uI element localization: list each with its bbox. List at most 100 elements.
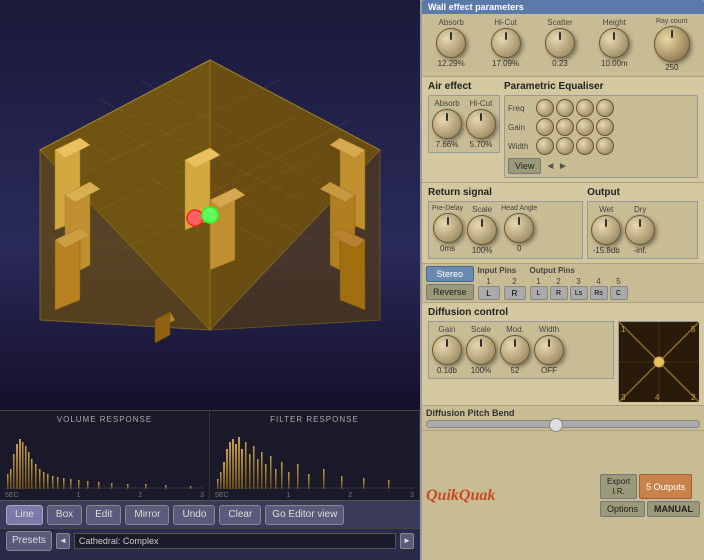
output-pin4-num: 4 [590,277,608,286]
viewport-3d[interactable]: RaySpace [0,0,420,410]
diff-scale-value: 100% [471,366,491,375]
wall-params-section: Wall effect parameters Absorb 12.29% Hi-… [422,0,704,77]
eq-freq-knob1[interactable] [536,99,554,117]
eq-freq-knob3[interactable] [576,99,594,117]
head-angle-value: 0 [517,244,521,253]
air-hicut-label: Hi-Cut [470,99,493,108]
preset-next-button[interactable]: ► [400,533,414,549]
eq-width-knob4[interactable] [596,137,614,155]
filter-response-graph: FILTER RESPONSE [210,411,420,501]
presets-button[interactable]: Presets [6,531,52,551]
scatter-label: Scatter [547,18,572,27]
input-pins-group: Input Pins 1 L 2 R [478,266,526,300]
manual-button[interactable]: MANUAL [647,501,700,517]
eq-freq-knob4[interactable] [596,99,614,117]
scale-knob[interactable] [467,215,497,245]
output-box: Wet -15.8db Dry -inf. [587,201,698,259]
input-pins-label: Input Pins [478,266,526,275]
output-pins-group: Output Pins 1 L 2 R 3 Ls 4 [530,266,628,300]
box-button[interactable]: Box [47,505,82,525]
hicut-knob[interactable] [491,28,521,58]
clear-button[interactable]: Clear [219,505,261,525]
eq-gain-knob4[interactable] [596,118,614,136]
five-outputs-button[interactable]: 5 Outputs [639,474,692,499]
output-pin5-num: 5 [610,277,628,286]
undo-button[interactable]: Undo [173,505,215,525]
diff-scale-knob[interactable] [466,335,496,365]
pitch-bend-slider[interactable] [426,420,700,428]
eq-gain-label: Gain [508,123,534,132]
scatter-knob[interactable] [545,28,575,58]
return-signal-area: Return signal Pre-Delay 0ms Scale [428,187,583,259]
predelay-knob[interactable] [433,213,463,243]
eq-freq-knob2[interactable] [556,99,574,117]
room-minimap: 1 5 3 2 4 [618,321,698,401]
ray-count-value: 250 [665,63,678,72]
height-value: 10.00m [601,59,628,68]
output-pin5-button[interactable]: C [610,286,628,300]
preset-prev-button[interactable]: ◄ [56,533,70,549]
stereo-button[interactable]: Stereo [426,266,474,282]
wet-value: -15.8db [593,246,620,255]
export-ir-button[interactable]: Export I.R. [600,474,637,499]
output-pins-label: Output Pins [530,266,628,275]
return-signal-title: Return signal [428,187,583,198]
diffusion-title: Diffusion control [428,307,614,318]
eq-box: Freq Gain [504,95,698,178]
edit-button[interactable]: Edit [86,505,121,525]
volume-waveform: // Will be rendered below as inline SVG … [5,434,204,489]
pitch-bend-controls [426,420,700,428]
output-pin2-button[interactable]: R [550,286,568,300]
eq-width-knob3[interactable] [576,137,594,155]
scale-label: Scale [472,205,492,214]
input-pin1-button[interactable]: L [478,286,500,300]
input-pin2-button[interactable]: R [504,286,526,300]
air-hicut-value: 5.70% [470,140,493,149]
eq-width-knob2[interactable] [556,137,574,155]
eq-gain-knob1[interactable] [536,118,554,136]
pitch-bend-thumb[interactable] [549,418,563,432]
eq-gain-knob3[interactable] [576,118,594,136]
eq-view-button[interactable]: View [508,158,541,174]
dry-knob[interactable] [625,215,655,245]
absorb-label: Absorb [439,18,464,27]
diff-gain-knob[interactable] [432,335,462,365]
mode-buttons: Stereo Reverse [426,266,474,300]
head-angle-knob[interactable] [504,213,534,243]
mirror-button[interactable]: Mirror [125,505,169,525]
output-pin4-button[interactable]: Rs [590,286,608,300]
volume-time-labels: 5EC 1 2 3 [5,492,204,499]
eq-width-label: Width [508,142,534,151]
output-area: Output Wet -15.8db Dry -inf. [587,187,698,259]
options-button[interactable]: Options [600,501,645,517]
output-pin2-num: 2 [550,277,568,286]
pitch-bend-title: Diffusion Pitch Bend [426,408,700,418]
absorb-knob[interactable] [436,28,466,58]
ray-count-knob[interactable] [654,26,690,62]
filter-waveform [215,434,414,489]
diff-mod-label: Mod. [506,325,524,334]
predelay-control: Pre-Delay 0ms [432,205,463,255]
diff-width-value: OFF [541,366,557,375]
height-label: Height [603,18,626,27]
output-pin1-button[interactable]: L [530,286,548,300]
wet-knob[interactable] [591,215,621,245]
diff-width-knob[interactable] [534,335,564,365]
diff-width-label: Width [539,325,559,334]
diffusion-area: Diffusion control Gain 0.1db Scale [428,307,614,379]
height-knob[interactable] [599,28,629,58]
room-minimap-area: 1 5 3 2 4 [618,321,698,401]
scale-value: 100% [472,246,492,255]
output-pin3-button[interactable]: Ls [570,286,588,300]
reverse-button[interactable]: Reverse [426,284,474,300]
go-editor-button[interactable]: Go Editor view [265,505,344,525]
air-hicut-knob[interactable] [466,109,496,139]
diff-mod-knob[interactable] [500,335,530,365]
air-absorb-knob[interactable] [432,109,462,139]
output-title: Output [587,187,698,198]
eq-gain-knob2[interactable] [556,118,574,136]
eq-width-knob1[interactable] [536,137,554,155]
dry-control: Dry -inf. [625,205,655,255]
scale-control: Scale 100% [467,205,497,255]
line-button[interactable]: Line [6,505,43,525]
